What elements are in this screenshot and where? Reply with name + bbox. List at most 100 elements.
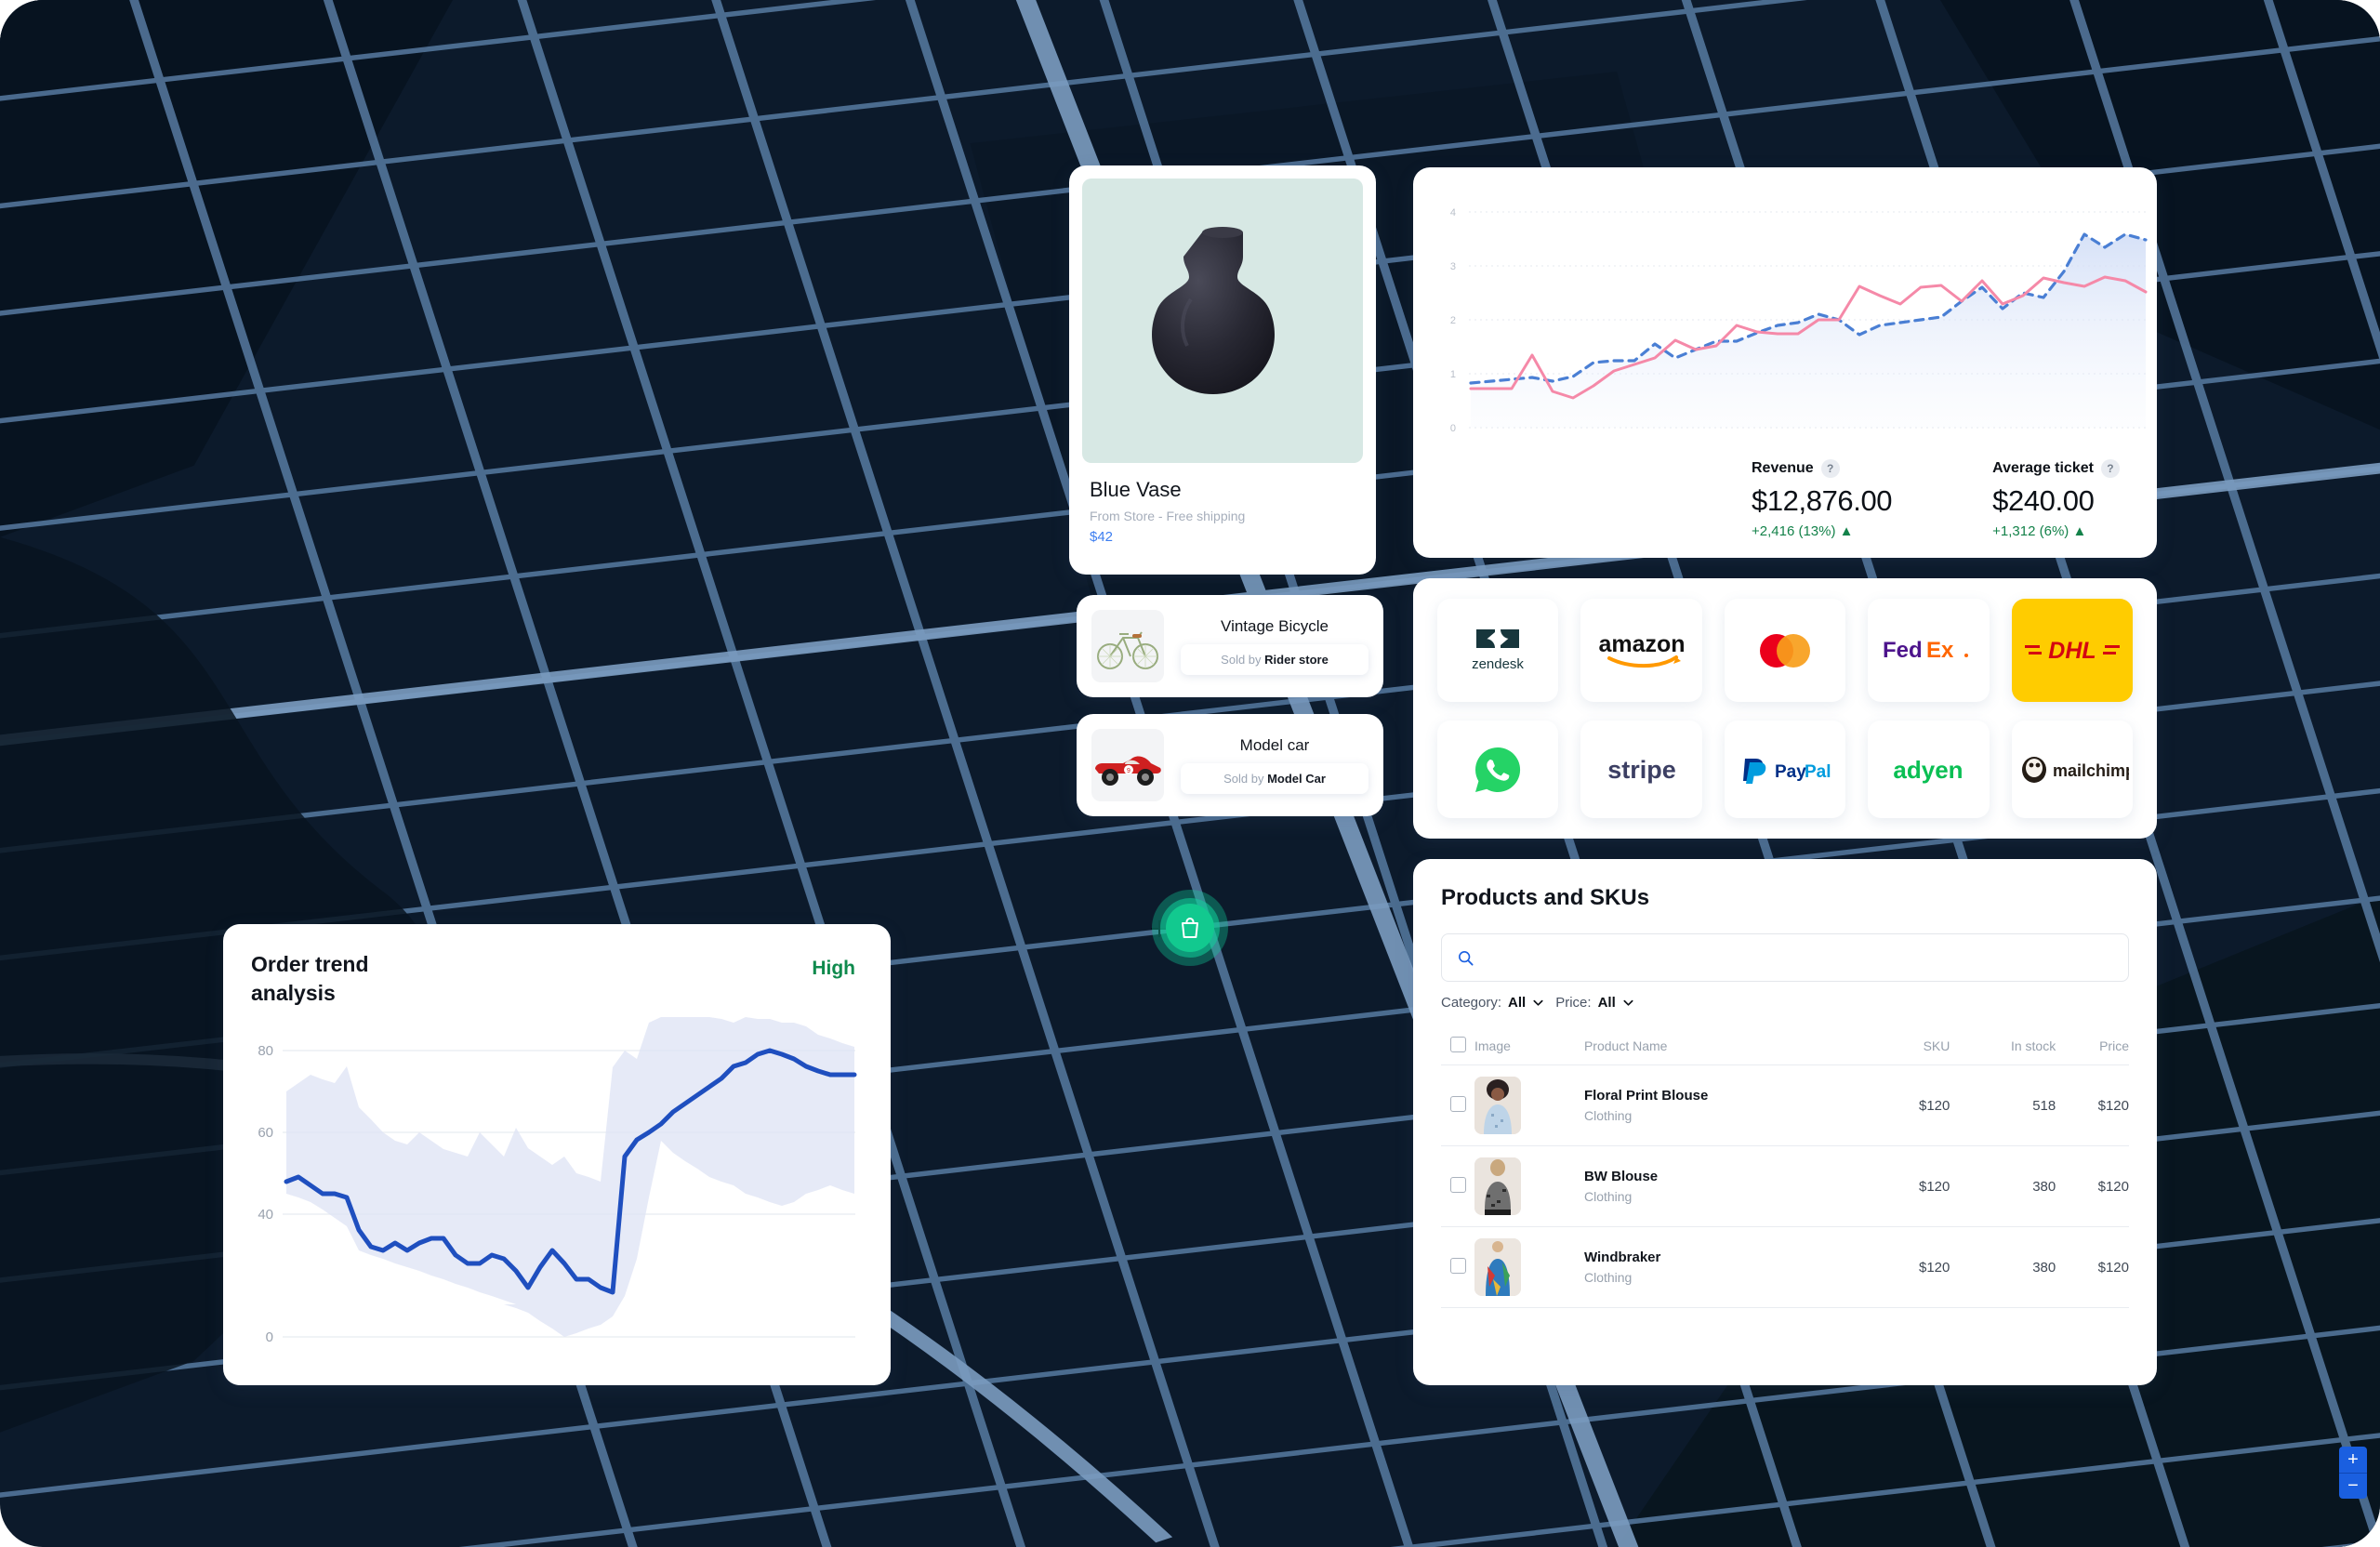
search-box[interactable] [1441, 933, 2129, 982]
mastercard-logo [1759, 633, 1810, 668]
product-category: Clothing [1583, 1189, 1633, 1204]
seller-card-bicycle[interactable]: Vintage Bicycle Sold by Rider store [1077, 595, 1383, 697]
vase-illustration [1152, 227, 1275, 394]
table-row[interactable]: BW Blouse Clothing $120 380 $120 [1441, 1145, 2129, 1227]
product-thumbnail [1474, 1157, 1521, 1215]
seller-product-name: Model car [1239, 736, 1310, 754]
svg-text:adyen: adyen [1894, 756, 1964, 784]
trend-confidence-band [286, 1017, 854, 1337]
svg-text:40: 40 [258, 1207, 273, 1223]
sold-by-label: Sold by [1221, 653, 1262, 667]
product-category: Clothing [1583, 1108, 1633, 1123]
chevron-down-icon [1623, 999, 1633, 1006]
svg-text:4: 4 [1450, 207, 1456, 218]
product-name: BW Blouse [1583, 1169, 1659, 1184]
zendesk-logo: zendesk [1472, 628, 1525, 672]
search-icon [1459, 950, 1474, 966]
svg-text:3: 3 [1450, 261, 1456, 272]
row-select-cell[interactable] [1441, 1226, 1474, 1308]
brand-tile-fedex[interactable]: Fed Ex [1868, 599, 1990, 702]
dhl-logo: DHL [2024, 638, 2120, 664]
mailchimp-logo: mailchimp [2021, 756, 2129, 783]
filter-price-value: All [1597, 995, 1616, 1011]
trend-up-arrow-icon: ▲ [1839, 523, 1854, 539]
amazon-logo: amazon [1598, 631, 1685, 668]
whatsapp-logo [1475, 747, 1521, 792]
sold-by-badge: Sold by Model Car [1181, 763, 1368, 794]
products-skus-card: Products and SKUs Category: All Price: A… [1413, 859, 2157, 1385]
row-image-cell [1474, 1145, 1584, 1227]
brand-tile-zendesk[interactable]: zendesk [1437, 599, 1559, 702]
svg-text:Pal: Pal [1805, 762, 1831, 782]
row-select-cell[interactable] [1441, 1064, 1474, 1146]
filter-category[interactable]: Category: All [1441, 995, 1544, 1011]
seller-card-model-car[interactable]: 9 Model car Sold by Model Car [1077, 714, 1383, 816]
seller-store-name: Rider store [1264, 653, 1329, 667]
search-input[interactable] [1484, 949, 2113, 966]
brand-tile-mastercard[interactable] [1724, 599, 1846, 702]
help-icon[interactable]: ? [2100, 459, 2120, 478]
kpi-average-ticket: Average ticket ? $240.00 +1,312 (6%) ▲ [1992, 459, 2120, 539]
svg-text:DHL: DHL [2048, 638, 2096, 664]
svg-text:zendesk: zendesk [1472, 656, 1524, 672]
fedex-logo: Fed Ex [1883, 638, 1969, 663]
vase-subtitle: From Store - Free shipping [1090, 509, 1246, 523]
table-header-row: Image Product Name SKU In stock Price [1441, 1027, 2129, 1065]
svg-text:1: 1 [1450, 369, 1456, 380]
svg-text:Fed: Fed [1883, 638, 1923, 663]
help-icon[interactable]: ? [1820, 459, 1840, 478]
trend-up-arrow-icon: ▲ [2072, 523, 2087, 539]
brand-tile-adyen[interactable]: adyen [1868, 721, 1990, 818]
trend-y-axis-labels: 80 60 40 0 [258, 1043, 273, 1345]
sold-by-badge: Sold by Rider store [1181, 644, 1368, 675]
brand-tile-dhl[interactable]: DHL [2011, 599, 2133, 702]
kpi-average-ticket-delta: +1,312 (6%) ▲ [1992, 523, 2120, 539]
brand-tile-stripe[interactable]: stripe [1580, 721, 1702, 818]
kpi-label-text: Average ticket [1992, 460, 2094, 476]
col-in-stock: In stock [1950, 1027, 2056, 1065]
select-all-checkbox[interactable] [1449, 1037, 1466, 1052]
stripe-logo: stripe [1607, 756, 1676, 784]
map-tiles [0, 0, 2380, 1547]
filter-price-label: Price: [1555, 995, 1592, 1011]
svg-text:Pay: Pay [1775, 762, 1806, 782]
svg-text:80: 80 [258, 1043, 273, 1059]
vase-price[interactable]: $42 [1090, 529, 1363, 545]
brand-grid: zendesk amazon Fed Ex DHL stripe Pay Pal… [1437, 599, 2133, 818]
analytics-card: 0 1 2 3 4 Revenue ? $12,876.00 +2,416 (1… [1413, 167, 2157, 558]
kpi-row: Revenue ? $12,876.00 +2,416 (13%) ▲ Aver… [1413, 459, 2157, 539]
brand-tile-mailchimp[interactable]: mailchimp [2011, 721, 2133, 818]
row-checkbox[interactable] [1449, 1095, 1466, 1112]
row-sku: $120 [1876, 1145, 1950, 1227]
order-trend-title: Order trend analysis [251, 952, 369, 1006]
filter-price[interactable]: Price: All [1555, 995, 1634, 1011]
product-category: Clothing [1583, 1270, 1633, 1285]
map-card[interactable]: + − [0, 0, 2380, 1547]
row-checkbox[interactable] [1449, 1257, 1466, 1274]
brand-tile-amazon[interactable]: amazon [1580, 599, 1702, 702]
row-image-cell [1474, 1226, 1584, 1308]
filters-row: Category: All Price: All [1441, 995, 2129, 1011]
product-name: Floral Print Blouse [1583, 1088, 1709, 1104]
table-row[interactable]: Floral Print Blouse Clothing $120 518 $1… [1441, 1064, 2129, 1146]
row-name-cell: Floral Print Blouse Clothing [1583, 1064, 1877, 1146]
row-select-cell[interactable] [1441, 1145, 1474, 1227]
svg-text:Ex: Ex [1926, 638, 1954, 663]
table-row[interactable]: Windbraker Clothing $120 380 $120 [1441, 1226, 2129, 1308]
adyen-logo: adyen [1894, 756, 1964, 784]
brand-tile-whatsapp[interactable] [1437, 721, 1559, 818]
vase-product-card[interactable]: Blue Vase From Store - Free shipping $42 [1069, 165, 1376, 575]
svg-text:stripe: stripe [1607, 756, 1676, 784]
kpi-revenue-label: Revenue ? [1752, 459, 1892, 478]
order-trend-card: Order trend analysis High 80 60 40 0 [223, 924, 891, 1385]
row-checkbox[interactable] [1449, 1176, 1466, 1193]
brand-tile-paypal[interactable]: Pay Pal [1724, 721, 1846, 818]
paypal-logo: Pay Pal [1742, 758, 1831, 784]
select-all-header[interactable] [1441, 1027, 1474, 1065]
svg-text:0: 0 [1450, 423, 1456, 434]
row-sku: $120 [1876, 1226, 1950, 1308]
row-stock: 380 [1950, 1145, 2056, 1227]
kpi-delta-text: +2,416 (13%) [1752, 523, 1836, 539]
kpi-revenue: Revenue ? $12,876.00 +2,416 (13%) ▲ [1752, 459, 1893, 539]
row-image-cell [1474, 1064, 1584, 1146]
